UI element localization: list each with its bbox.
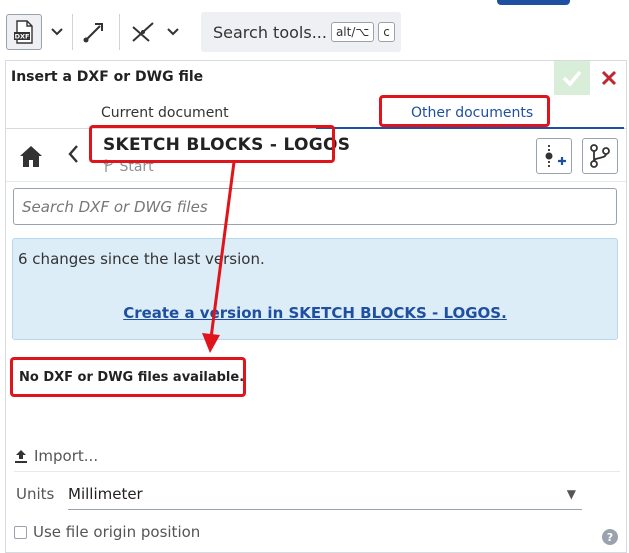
close-icon (601, 70, 617, 86)
active-tab-indicator (316, 127, 624, 129)
home-icon[interactable] (18, 143, 44, 169)
add-version-icon (545, 145, 566, 167)
checkmark-icon (562, 70, 582, 87)
dialog-title: Insert a DXF or DWG file (11, 69, 204, 85)
annotation-highlight-other-documents-tab (379, 95, 550, 127)
shortcut-key-alt: alt/⌥ (330, 22, 375, 42)
svg-text:DXF: DXF (15, 33, 30, 41)
import-divider (14, 471, 620, 472)
add-version-button[interactable] (536, 138, 572, 174)
origin-checkbox[interactable] (14, 525, 27, 539)
changes-since-version-text: 6 changes since the last version. (18, 250, 265, 268)
back-chevron-icon[interactable] (66, 143, 82, 169)
top-toolbar: DXF Search tools... alt/⌥ c (0, 0, 629, 60)
dxf-insert-tool-button[interactable]: DXF (6, 14, 42, 50)
dxf-file-icon: DXF (14, 20, 33, 44)
units-label: Units (16, 485, 55, 503)
units-select[interactable]: Millimeter ▼ (68, 479, 582, 510)
annotation-highlight-empty-state (10, 357, 246, 397)
dxf-tool-dropdown-chevron-icon[interactable] (47, 22, 67, 42)
file-origin-option[interactable]: Use file origin position (14, 523, 200, 541)
annotation-highlight-document-title (89, 125, 335, 163)
sketch-line-tool-icon[interactable] (128, 18, 158, 46)
branch-button[interactable] (582, 138, 618, 174)
toolbar-divider (119, 14, 120, 50)
import-label: Import... (34, 447, 99, 465)
create-version-link[interactable]: Create a version in SKETCH BLOCKS - LOGO… (13, 304, 617, 322)
toolbar-divider (72, 14, 73, 50)
shortcut-key-c: c (378, 22, 395, 42)
search-tools-label: Search tools... (213, 22, 327, 42)
sketch-dimension-tool-icon[interactable] (80, 18, 108, 46)
units-selected-value: Millimeter (68, 485, 143, 503)
caret-down-icon: ▼ (566, 487, 576, 501)
close-button[interactable] (594, 61, 624, 95)
help-icon[interactable]: ? (602, 529, 618, 545)
line-tool-dropdown-chevron-icon[interactable] (163, 22, 183, 42)
origin-label: Use file origin position (33, 523, 201, 541)
tab-current-document[interactable]: Current document (101, 105, 229, 121)
upload-icon (15, 450, 27, 463)
git-branch-icon (590, 144, 610, 168)
search-tools-button[interactable]: Search tools... alt/⌥ c (201, 12, 401, 52)
search-dxf-dwg-input[interactable] (13, 188, 617, 225)
header-divider (6, 181, 626, 182)
accept-button[interactable] (554, 61, 590, 95)
top-accent-bar (497, 0, 570, 5)
version-info-banner: 6 changes since the last version. Create… (12, 238, 618, 340)
import-button[interactable]: Import... (14, 447, 98, 465)
